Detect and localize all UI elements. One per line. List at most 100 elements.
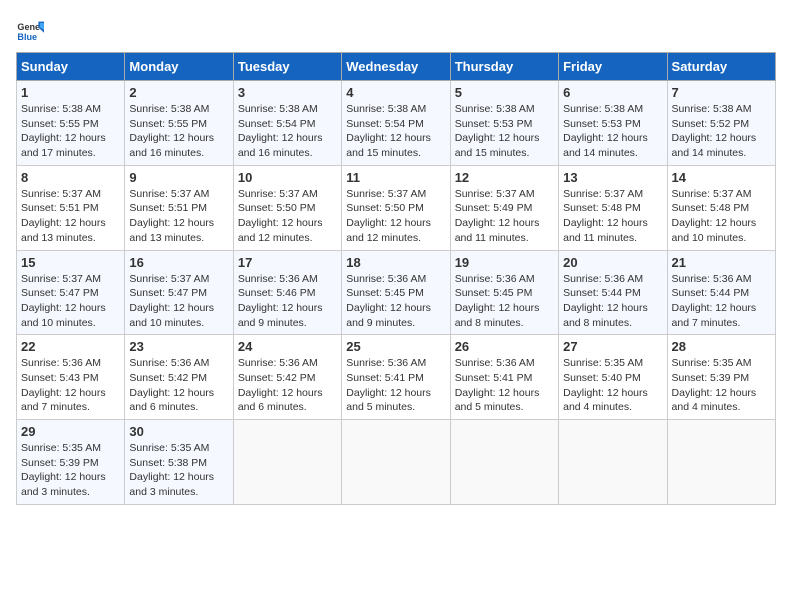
- cell-info-line: and 16 minutes.: [238, 146, 337, 161]
- day-header-friday: Friday: [559, 53, 667, 81]
- cell-info-line: and 13 minutes.: [21, 231, 120, 246]
- cell-info-line: Daylight: 12 hours: [346, 131, 445, 146]
- calendar-cell: 18Sunrise: 5:36 AMSunset: 5:45 PMDayligh…: [342, 250, 450, 335]
- day-number: 7: [672, 85, 771, 100]
- day-number: 4: [346, 85, 445, 100]
- cell-info-line: and 6 minutes.: [129, 400, 228, 415]
- cell-info-line: and 15 minutes.: [455, 146, 554, 161]
- cell-info-line: and 10 minutes.: [672, 231, 771, 246]
- day-number: 17: [238, 255, 337, 270]
- day-number: 11: [346, 170, 445, 185]
- cell-info-line: and 14 minutes.: [563, 146, 662, 161]
- cell-info-line: Daylight: 12 hours: [238, 216, 337, 231]
- day-number: 20: [563, 255, 662, 270]
- cell-info-line: Daylight: 12 hours: [455, 386, 554, 401]
- cell-info-line: Sunrise: 5:37 AM: [455, 187, 554, 202]
- day-number: 9: [129, 170, 228, 185]
- cell-info-line: Daylight: 12 hours: [672, 131, 771, 146]
- calendar-cell: [450, 420, 558, 505]
- cell-info-line: and 14 minutes.: [672, 146, 771, 161]
- cell-info-line: Daylight: 12 hours: [672, 386, 771, 401]
- cell-info-line: Daylight: 12 hours: [238, 131, 337, 146]
- day-number: 21: [672, 255, 771, 270]
- day-header-sunday: Sunday: [17, 53, 125, 81]
- cell-info-line: and 12 minutes.: [346, 231, 445, 246]
- cell-info-line: Daylight: 12 hours: [129, 131, 228, 146]
- calendar-cell: 13Sunrise: 5:37 AMSunset: 5:48 PMDayligh…: [559, 165, 667, 250]
- calendar-cell: [233, 420, 341, 505]
- calendar-cell: 7Sunrise: 5:38 AMSunset: 5:52 PMDaylight…: [667, 81, 775, 166]
- day-number: 12: [455, 170, 554, 185]
- calendar-cell: 2Sunrise: 5:38 AMSunset: 5:55 PMDaylight…: [125, 81, 233, 166]
- cell-info-line: Daylight: 12 hours: [129, 301, 228, 316]
- cell-info-line: and 11 minutes.: [563, 231, 662, 246]
- cell-info-line: Daylight: 12 hours: [238, 301, 337, 316]
- day-number: 14: [672, 170, 771, 185]
- cell-info-line: and 15 minutes.: [346, 146, 445, 161]
- cell-info-line: Daylight: 12 hours: [455, 131, 554, 146]
- day-number: 10: [238, 170, 337, 185]
- calendar-cell: 30Sunrise: 5:35 AMSunset: 5:38 PMDayligh…: [125, 420, 233, 505]
- cell-info-line: Sunset: 5:51 PM: [129, 201, 228, 216]
- cell-info-line: Sunrise: 5:38 AM: [563, 102, 662, 117]
- cell-info-line: Sunrise: 5:37 AM: [238, 187, 337, 202]
- cell-info-line: Sunrise: 5:37 AM: [21, 272, 120, 287]
- calendar-cell: 6Sunrise: 5:38 AMSunset: 5:53 PMDaylight…: [559, 81, 667, 166]
- calendar-cell: 20Sunrise: 5:36 AMSunset: 5:44 PMDayligh…: [559, 250, 667, 335]
- cell-info-line: Sunset: 5:42 PM: [238, 371, 337, 386]
- cell-info-line: Daylight: 12 hours: [563, 301, 662, 316]
- cell-info-line: Sunrise: 5:36 AM: [455, 356, 554, 371]
- calendar-cell: 28Sunrise: 5:35 AMSunset: 5:39 PMDayligh…: [667, 335, 775, 420]
- cell-info-line: and 9 minutes.: [346, 316, 445, 331]
- cell-info-line: Sunset: 5:40 PM: [563, 371, 662, 386]
- day-number: 2: [129, 85, 228, 100]
- cell-info-line: and 8 minutes.: [455, 316, 554, 331]
- day-header-tuesday: Tuesday: [233, 53, 341, 81]
- cell-info-line: Sunrise: 5:36 AM: [238, 356, 337, 371]
- calendar-cell: [342, 420, 450, 505]
- calendar-cell: 17Sunrise: 5:36 AMSunset: 5:46 PMDayligh…: [233, 250, 341, 335]
- day-number: 22: [21, 339, 120, 354]
- day-number: 19: [455, 255, 554, 270]
- calendar-cell: 5 Sunrise: 5:38 AMSunset: 5:53 PMDaylight…: [450, 81, 558, 166]
- calendar-cell: 16Sunrise: 5:37 AMSunset: 5:47 PMDayligh…: [125, 250, 233, 335]
- cell-info-line: Sunset: 5:47 PM: [129, 286, 228, 301]
- cell-info-line: Sunset: 5:41 PM: [346, 371, 445, 386]
- cell-info-line: Sunset: 5:48 PM: [563, 201, 662, 216]
- cell-info-line: Sunset: 5:53 PM: [455, 117, 554, 132]
- day-number: 5: [455, 85, 554, 100]
- cell-info-line: Sunset: 5:45 PM: [455, 286, 554, 301]
- cell-info-line: Sunset: 5:54 PM: [346, 117, 445, 132]
- cell-info-line: Sunset: 5:47 PM: [21, 286, 120, 301]
- calendar-cell: 15Sunrise: 5:37 AMSunset: 5:47 PMDayligh…: [17, 250, 125, 335]
- cell-info-line: and 5 minutes.: [455, 400, 554, 415]
- cell-info-line: Sunset: 5:55 PM: [129, 117, 228, 132]
- cell-info-line: Daylight: 12 hours: [455, 301, 554, 316]
- cell-info-line: Sunset: 5:44 PM: [672, 286, 771, 301]
- day-number: 26: [455, 339, 554, 354]
- header: General Blue: [16, 16, 776, 44]
- cell-info-line: Daylight: 12 hours: [21, 386, 120, 401]
- cell-info-line: Sunset: 5:39 PM: [21, 456, 120, 471]
- day-number: 25: [346, 339, 445, 354]
- day-number: 27: [563, 339, 662, 354]
- cell-info-line: Daylight: 12 hours: [346, 301, 445, 316]
- cell-info-line: Sunrise: 5:37 AM: [672, 187, 771, 202]
- cell-info-line: Sunrise: 5:37 AM: [346, 187, 445, 202]
- cell-info-line: Sunrise: 5:38 AM: [455, 102, 554, 117]
- cell-info-line: Sunrise: 5:38 AM: [238, 102, 337, 117]
- day-number: 28: [672, 339, 771, 354]
- calendar-cell: 19Sunrise: 5:36 AMSunset: 5:45 PMDayligh…: [450, 250, 558, 335]
- cell-info-line: Sunset: 5:54 PM: [238, 117, 337, 132]
- cell-info-line: Sunset: 5:42 PM: [129, 371, 228, 386]
- cell-info-line: Daylight: 12 hours: [129, 470, 228, 485]
- day-number: 29: [21, 424, 120, 439]
- cell-info-line: and 4 minutes.: [672, 400, 771, 415]
- day-number: 13: [563, 170, 662, 185]
- cell-info-line: Sunrise: 5:35 AM: [21, 441, 120, 456]
- day-header-wednesday: Wednesday: [342, 53, 450, 81]
- cell-info-line: Sunset: 5:43 PM: [21, 371, 120, 386]
- cell-info-line: and 5 minutes.: [346, 400, 445, 415]
- cell-info-line: Daylight: 12 hours: [21, 301, 120, 316]
- cell-info-line: and 8 minutes.: [563, 316, 662, 331]
